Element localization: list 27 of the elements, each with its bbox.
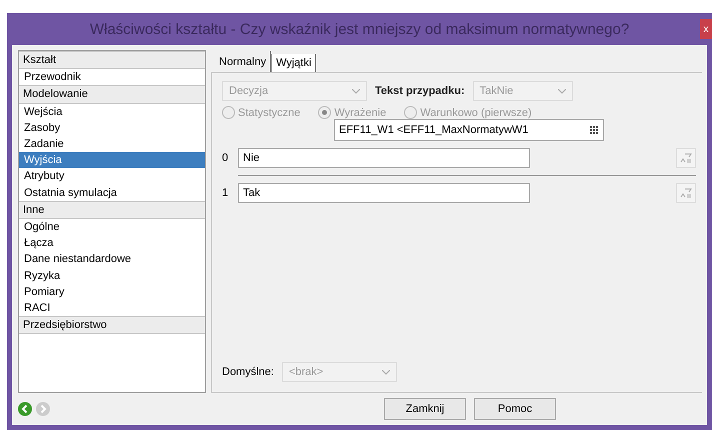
category-header[interactable]: Kształt [19,51,205,70]
dialog-button[interactable]: Pomoc [474,398,556,420]
grid-icon[interactable] [588,124,600,136]
formula-button[interactable] [676,148,696,168]
formula-button[interactable] [676,183,696,203]
output-field[interactable]: Tak [238,183,530,203]
formula-icon [680,187,692,199]
category-header[interactable]: Przedsiębiorstwo [19,316,205,334]
chevron-down-icon [352,88,360,94]
expression-field[interactable]: EFF11_W1 <EFF11_MaxNormatywW1 [334,119,604,141]
tab[interactable]: Wyjątki [271,54,316,72]
dialog-button[interactable]: Zamknij [384,398,466,420]
output-field[interactable]: Nie [238,148,530,168]
output-index: 0 [222,152,230,164]
category-item[interactable]: Wyjścia [19,152,205,168]
category-item[interactable]: Wejścia [19,104,205,120]
chevron-down-icon [382,370,390,374]
case-text-label: Tekst przypadku: [375,85,465,97]
chevron-down-icon [558,88,566,94]
default-label: Domyślne: [222,366,274,378]
output-index: 1 [222,187,230,199]
window-title: Właściwości kształtu - Czy wskaźnik jest mniejszy od maksimum normatywnego? [90,20,630,38]
category-header[interactable]: Inne [19,200,205,219]
close-button[interactable]: x [700,19,712,39]
formula-icon [680,152,692,164]
category-header[interactable]: Modelowanie [19,85,205,104]
category-item[interactable]: Przewodnik [19,69,205,86]
